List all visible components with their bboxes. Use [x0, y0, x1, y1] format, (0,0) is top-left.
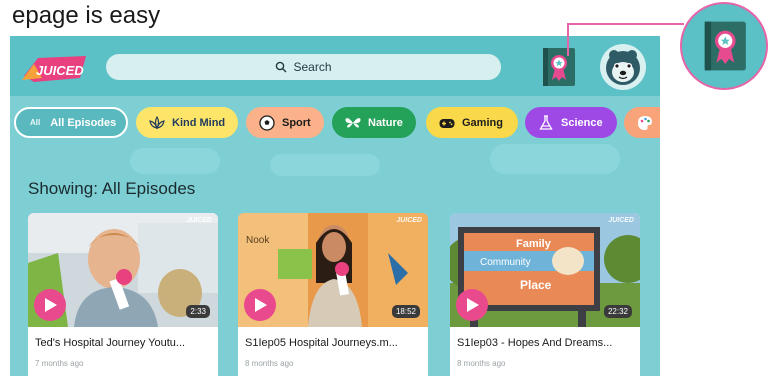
channel-watermark: JUICED	[396, 217, 422, 224]
episode-title[interactable]: S1Iep05 Hospital Journeys.m...	[245, 337, 425, 349]
search-input[interactable]: Search	[106, 54, 501, 80]
episode-card[interactable]: JUICED 2:33 Ted's Hospital Journey Youtu…	[28, 213, 218, 376]
background-cloud	[130, 148, 220, 174]
gamepad-icon	[439, 118, 455, 128]
episode-thumbnail[interactable]: Nook JUICED 18:52	[238, 213, 428, 327]
tagline: epage is easy	[12, 2, 161, 29]
duration-badge: 2:33	[186, 305, 210, 318]
chip-nature[interactable]: Nature	[332, 107, 416, 138]
lotus-icon	[149, 115, 165, 129]
play-button[interactable]	[34, 289, 66, 321]
callout-connector	[567, 23, 684, 56]
episode-title[interactable]: Ted's Hospital Journey Youtu...	[35, 337, 215, 349]
play-icon	[255, 298, 267, 312]
play-icon	[45, 298, 57, 312]
episode-age: 7 months ago	[35, 359, 84, 368]
play-button[interactable]	[244, 289, 276, 321]
episode-card[interactable]: Nook JUICED 18:52 S1Iep05 Hospital Journ…	[238, 213, 428, 376]
play-icon	[467, 298, 479, 312]
chip-kind-mind[interactable]: Kind Mind	[136, 107, 238, 138]
episode-thumbnail[interactable]: JUICED 2:33	[28, 213, 218, 327]
juiced-logo[interactable]: JUICED	[20, 54, 88, 84]
channel-watermark: JUICED	[608, 217, 634, 224]
chip-label: Gaming	[462, 116, 503, 129]
episode-age: 8 months ago	[457, 359, 506, 368]
soccer-ball-icon	[259, 114, 275, 131]
chip-sport[interactable]: Sport	[246, 107, 324, 138]
sign-line-3: Place	[520, 278, 552, 292]
flask-icon	[539, 114, 553, 130]
badge-book-callout	[680, 2, 768, 90]
all-tag: All	[30, 118, 41, 127]
showing-heading: Showing: All Episodes	[28, 179, 196, 198]
duration-badge: 18:52	[391, 305, 420, 318]
background-cloud	[490, 144, 620, 174]
episode-card[interactable]: Family Community Place JUICED 22:32 S1Ie…	[450, 213, 640, 376]
palette-icon	[638, 115, 652, 130]
channel-watermark: JUICED	[186, 217, 212, 224]
butterfly-icon	[345, 117, 361, 127]
chip-science[interactable]: Science	[525, 107, 617, 138]
search-icon	[276, 61, 287, 73]
chip-label: All Episodes	[50, 116, 117, 129]
background-cloud	[270, 154, 380, 176]
chip-label: Sport	[282, 116, 311, 129]
episode-title[interactable]: S1Iep03 - Hopes And Dreams...	[457, 337, 637, 349]
sign-line-1: Family	[516, 238, 552, 250]
episode-thumbnail[interactable]: Family Community Place JUICED 22:32	[450, 213, 640, 327]
badge-book-icon	[704, 21, 746, 71]
app-window: JUICED Search All All Episodes Kind Mind…	[10, 36, 660, 376]
logo-text: JUICED	[36, 63, 84, 78]
mural-text: Nook	[246, 235, 270, 246]
episode-age: 8 months ago	[245, 359, 294, 368]
chip-gaming[interactable]: Gaming	[426, 107, 518, 138]
chip-art[interactable]	[624, 107, 660, 138]
category-chips: All All Episodes Kind Mind Sport Nature …	[10, 102, 660, 142]
play-button[interactable]	[456, 289, 488, 321]
duration-badge: 22:32	[603, 305, 632, 318]
sign-line-2: Community	[480, 257, 531, 268]
chip-all-episodes[interactable]: All All Episodes	[14, 107, 128, 138]
chip-label: Nature	[368, 116, 403, 129]
chip-label: Kind Mind	[172, 116, 226, 129]
search-label: Search	[293, 60, 332, 74]
chip-label: Science	[561, 116, 603, 129]
